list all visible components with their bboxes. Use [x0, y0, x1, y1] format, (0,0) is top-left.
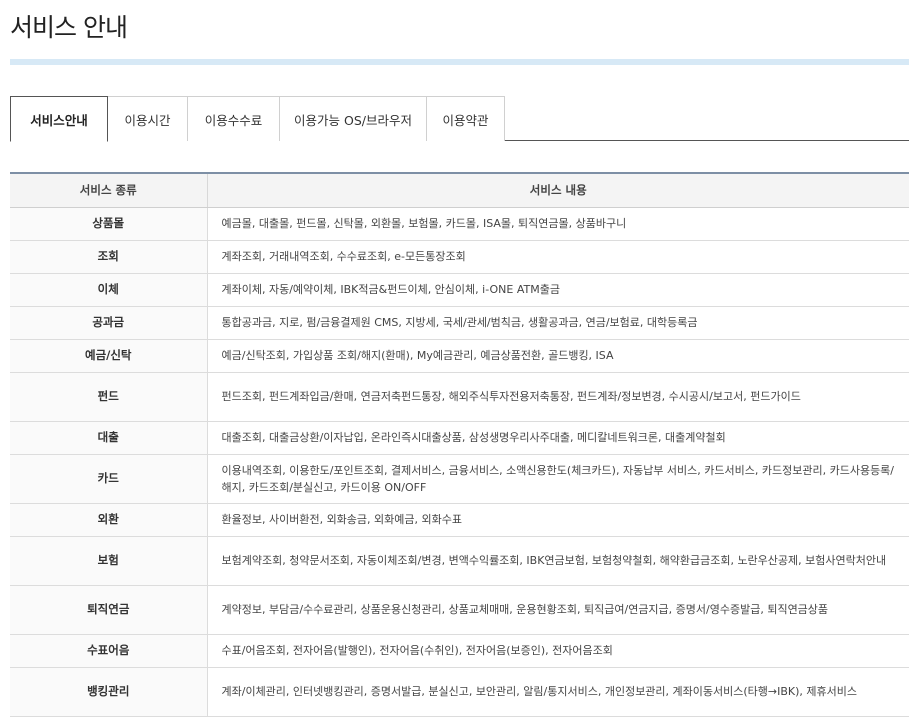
service-content-cell: 계약정보, 부담금/수수료관리, 상품운용신청관리, 상품교체매매, 운용현황조…: [207, 585, 909, 635]
tab-terms[interactable]: 이용약관: [427, 96, 505, 141]
service-type-cell: 뱅킹관리: [10, 667, 208, 717]
service-content-cell: 예금몰, 대출몰, 펀드몰, 신탁몰, 외환몰, 보험몰, 카드몰, ISA몰,…: [207, 207, 909, 241]
service-content-cell: 예금/신탁조회, 가입상품 조회/해지(환매), My예금관리, 예금상품전환,…: [207, 339, 909, 373]
table-row: 뱅킹관리 계좌/이체관리, 인터넷뱅킹관리, 증명서발급, 분실신고, 보안관리…: [10, 667, 909, 717]
tab-service-info[interactable]: 서비스안내: [10, 96, 108, 142]
table-row: 퇴직연금 계약정보, 부담금/수수료관리, 상품운용신청관리, 상품교체매매, …: [10, 585, 909, 635]
service-content-cell: 수표/어음조회, 전자어음(발행인), 전자어음(수취인), 전자어음(보증인)…: [207, 634, 909, 668]
table-row: 외환 환율정보, 사이버환전, 외화송금, 외화예금, 외화수표: [10, 503, 909, 537]
page-title: 서비스 안내: [10, 13, 128, 42]
table-row: 조회 계좌조회, 거래내역조회, 수수료조회, e-모든통장조회: [10, 240, 909, 274]
tab-os-browser[interactable]: 이용가능 OS/브라우저: [280, 96, 427, 141]
service-content-cell: 펀드조회, 펀드계좌입금/환매, 연금저축펀드통장, 해외주식투자전용저축통장,…: [207, 372, 909, 422]
service-type-cell: 카드: [10, 454, 208, 504]
tab-fees[interactable]: 이용수수료: [188, 96, 280, 141]
service-content-cell: 대출조회, 대출금상환/이자납입, 온라인즉시대출상품, 삼성생명우리사주대출,…: [207, 421, 909, 455]
service-type-cell: 보험: [10, 536, 208, 586]
header-service-content: 서비스 내용: [207, 172, 909, 208]
table-row: 보험 보험계약조회, 청약문서조회, 자동이체조회/변경, 변액수익률조회, I…: [10, 536, 909, 586]
service-content-cell: 이용내역조회, 이용한도/포인트조회, 결제서비스, 금융서비스, 소액신용한도…: [207, 454, 909, 504]
service-type-cell: 상품몰: [10, 207, 208, 241]
service-type-cell: 펀드: [10, 372, 208, 422]
table-row: 이체 계좌이체, 자동/예약이체, IBK적금&펀드이체, 안심이체, i-ON…: [10, 273, 909, 307]
table-row: 수표어음 수표/어음조회, 전자어음(발행인), 전자어음(수취인), 전자어음…: [10, 634, 909, 668]
header-service-type: 서비스 종류: [10, 172, 208, 208]
service-type-cell: 퇴직연금: [10, 585, 208, 635]
table-header-row: 서비스 종류 서비스 내용: [10, 172, 909, 208]
service-content-cell: 계좌조회, 거래내역조회, 수수료조회, e-모든통장조회: [207, 240, 909, 274]
service-type-cell: 예금/신탁: [10, 339, 208, 373]
table-row: 펀드 펀드조회, 펀드계좌입금/환매, 연금저축펀드통장, 해외주식투자전용저축…: [10, 372, 909, 422]
table-row: 예금/신탁 예금/신탁조회, 가입상품 조회/해지(환매), My예금관리, 예…: [10, 339, 909, 373]
tab-bar: 서비스안내 이용시간 이용수수료 이용가능 OS/브라우저 이용약관: [10, 96, 909, 142]
service-content-cell: 보험계약조회, 청약문서조회, 자동이체조회/변경, 변액수익률조회, IBK연…: [207, 536, 909, 586]
service-content-cell: 계좌/이체관리, 인터넷뱅킹관리, 증명서발급, 분실신고, 보안관리, 알림/…: [207, 667, 909, 717]
table-row: 대출 대출조회, 대출금상환/이자납입, 온라인즉시대출상품, 삼성생명우리사주…: [10, 421, 909, 455]
title-divider: [10, 59, 909, 65]
service-type-cell: 이체: [10, 273, 208, 307]
table-row: 상품몰 예금몰, 대출몰, 펀드몰, 신탁몰, 외환몰, 보험몰, 카드몰, I…: [10, 207, 909, 241]
service-content-cell: 계좌이체, 자동/예약이체, IBK적금&펀드이체, 안심이체, i-ONE A…: [207, 273, 909, 307]
service-type-cell: 외환: [10, 503, 208, 537]
service-type-cell: 조회: [10, 240, 208, 274]
service-content-cell: 환율정보, 사이버환전, 외화송금, 외화예금, 외화수표: [207, 503, 909, 537]
service-type-cell: 공과금: [10, 306, 208, 340]
table-row: 공과금 통합공과금, 지로, 펌/금융결제원 CMS, 지방세, 국세/관세/범…: [10, 306, 909, 340]
service-type-cell: 수표어음: [10, 634, 208, 668]
service-type-cell: 대출: [10, 421, 208, 455]
tab-hours[interactable]: 이용시간: [108, 96, 188, 141]
table-row: 카드 이용내역조회, 이용한도/포인트조회, 결제서비스, 금융서비스, 소액신…: [10, 454, 909, 504]
service-content-cell: 통합공과금, 지로, 펌/금융결제원 CMS, 지방세, 국세/관세/범칙금, …: [207, 306, 909, 340]
service-table: 서비스 종류 서비스 내용 상품몰 예금몰, 대출몰, 펀드몰, 신탁몰, 외환…: [10, 172, 909, 717]
